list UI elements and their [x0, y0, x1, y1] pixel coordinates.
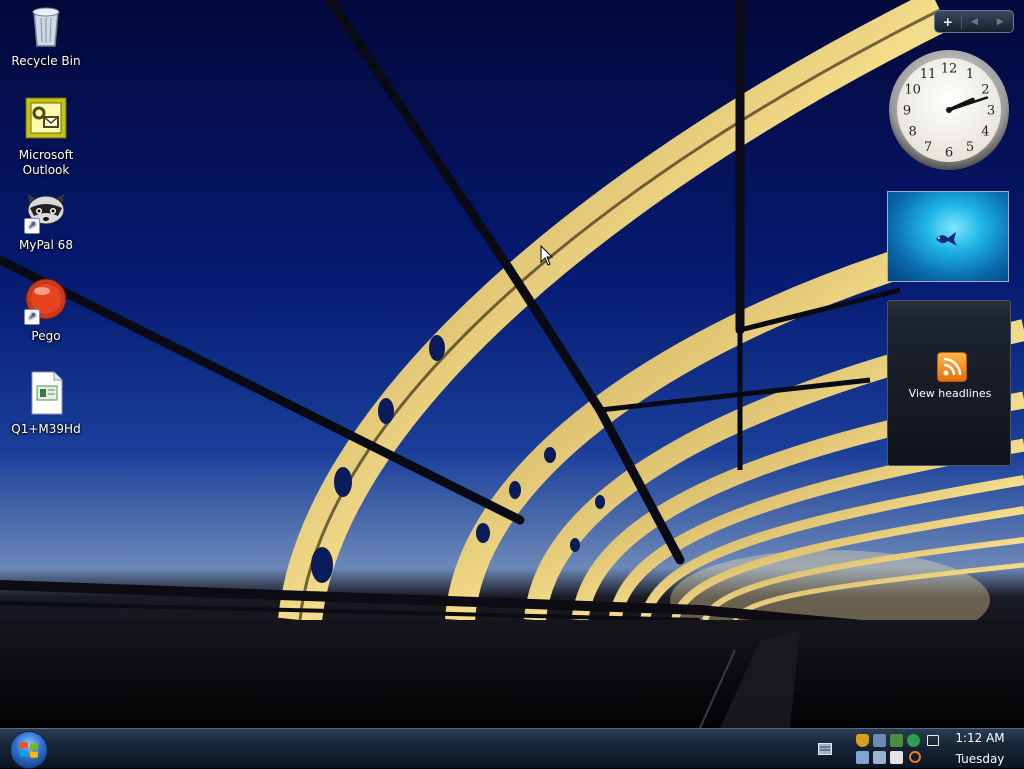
add-gadget-button[interactable]: +	[935, 14, 962, 29]
desktop-icon-label: Recycle Bin	[11, 54, 81, 68]
windows-logo-icon	[20, 742, 38, 758]
security-center-icon[interactable]	[890, 734, 903, 747]
defender-shield-icon[interactable]	[856, 734, 869, 747]
clock-numeral: 12	[941, 62, 958, 77]
rss-feed-icon	[937, 352, 967, 382]
mypal-raccoon-icon: ↗	[22, 186, 70, 234]
desktop-icon-label: Q1+M39Hd	[11, 422, 81, 436]
shortcut-arrow-icon: ↗	[24, 309, 40, 325]
clock-numeral: 1	[966, 67, 974, 82]
clock-numeral: 3	[987, 104, 995, 119]
tray-utility-icon[interactable]	[890, 751, 903, 764]
clock-numeral: 6	[945, 146, 953, 161]
clock-numeral: 7	[924, 140, 932, 155]
desktop-wallpaper	[0, 0, 1024, 728]
clock-day: Tuesday	[955, 752, 1005, 766]
display-icon[interactable]	[856, 751, 869, 764]
desktop-icon-recycle-bin[interactable]: Recycle Bin	[1, 2, 91, 69]
document-file-icon	[22, 370, 70, 418]
notification-area	[852, 731, 948, 767]
desktop-icon-mypal-68[interactable]: ↗ MyPal 68	[1, 186, 91, 253]
betta-fish-image	[936, 232, 957, 246]
pego-red-orb-icon: ↗	[22, 277, 70, 325]
mouse-pointer-icon	[540, 245, 554, 266]
clock-numeral: 5	[966, 140, 974, 155]
clock-numeral: 4	[981, 125, 989, 140]
previous-gadget-button[interactable]: ◀	[962, 17, 988, 27]
search-icon[interactable]	[909, 751, 921, 763]
clock-time: 1:12 AM	[955, 731, 1005, 745]
desktop-icon-microsoft-outlook[interactable]: Microsoft Outlook	[1, 96, 91, 178]
clock-numeral: 11	[920, 67, 937, 82]
desktop-icon-label: Pego	[31, 329, 61, 343]
slideshow-gadget[interactable]	[887, 191, 1009, 282]
keyboard-icon[interactable]	[818, 743, 832, 755]
outlook-icon	[22, 96, 70, 144]
network-icon[interactable]	[873, 734, 886, 747]
clock-numeral: 8	[908, 125, 916, 140]
view-headlines-link[interactable]: View headlines	[888, 387, 1012, 400]
feed-headlines-gadget[interactable]: View headlines	[887, 300, 1011, 466]
clock-gadget[interactable]: 12 1 2 3 4 5 6 7 8 9 10 11	[887, 48, 1011, 172]
clock-center-pin	[946, 107, 952, 113]
desktop-icon-pego[interactable]: ↗ Pego	[1, 277, 91, 344]
desktop-icon-label: Microsoft Outlook	[18, 148, 74, 177]
taskbar-clock[interactable]: 1:12 AM Tuesday	[950, 729, 1020, 769]
desktop-icon-q1-m39hd[interactable]: Q1+M39Hd	[1, 370, 91, 437]
gadget-controls: + ◀ ▶	[934, 10, 1014, 33]
clock-numeral: 9	[903, 104, 911, 119]
clock-numeral: 2	[981, 83, 989, 98]
recycle-bin-icon	[22, 2, 70, 50]
update-check-icon[interactable]	[907, 734, 920, 747]
start-button[interactable]	[10, 731, 48, 769]
volume-icon[interactable]	[873, 751, 886, 764]
shortcut-arrow-icon: ↗	[24, 218, 40, 234]
next-gadget-button[interactable]: ▶	[987, 17, 1013, 27]
desktop-icon-label: MyPal 68	[19, 238, 73, 252]
taskbar: 1:12 AM Tuesday	[0, 728, 1024, 769]
clock-numeral: 10	[904, 83, 921, 98]
action-center-flag-icon[interactable]	[927, 735, 939, 746]
